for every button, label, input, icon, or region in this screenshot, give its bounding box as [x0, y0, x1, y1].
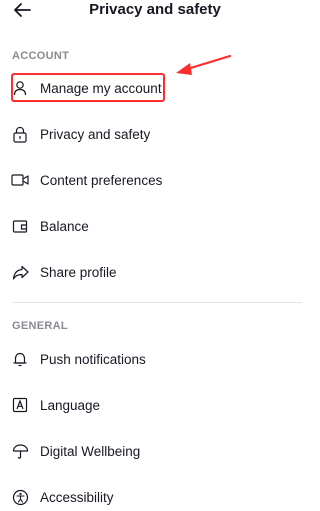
accessibility-icon — [10, 487, 30, 507]
wallet-icon — [10, 216, 30, 236]
menu-item-content-preferences[interactable]: Content preferences — [10, 166, 280, 194]
annotation-arrow-icon — [170, 52, 234, 78]
header: Privacy and safety — [0, 0, 310, 22]
page-title: Privacy and safety — [89, 1, 221, 18]
menu-item-label: Digital Wellbeing — [40, 443, 141, 459]
menu-item-label: Share profile — [40, 264, 117, 280]
annotation-highlight-box — [11, 73, 165, 102]
section-label-account: ACCOUNT — [12, 50, 70, 62]
section-label-general: GENERAL — [12, 320, 68, 332]
menu-item-balance[interactable]: Balance — [10, 212, 280, 240]
video-icon — [10, 170, 30, 190]
menu-item-accessibility[interactable]: Accessibility — [10, 483, 280, 511]
umbrella-icon — [10, 441, 30, 461]
menu-item-digital-wellbeing[interactable]: Digital Wellbeing — [10, 437, 280, 465]
language-icon — [10, 395, 30, 415]
menu-item-push-notifications[interactable]: Push notifications — [10, 345, 280, 373]
menu-item-label: Language — [40, 397, 101, 413]
menu-item-label: Privacy and safety — [40, 126, 151, 142]
bell-icon — [10, 349, 30, 369]
menu-item-label: Content preferences — [40, 172, 163, 188]
menu-item-label: Accessibility — [40, 489, 114, 505]
share-icon — [10, 262, 30, 282]
section-divider — [12, 302, 302, 303]
menu-item-label: Balance — [40, 218, 89, 234]
menu-item-privacy-safety[interactable]: Privacy and safety — [10, 120, 280, 148]
menu-item-language[interactable]: Language — [10, 391, 280, 419]
lock-icon — [10, 124, 30, 144]
menu-item-label: Push notifications — [40, 351, 146, 367]
menu-item-share-profile[interactable]: Share profile — [10, 258, 280, 286]
